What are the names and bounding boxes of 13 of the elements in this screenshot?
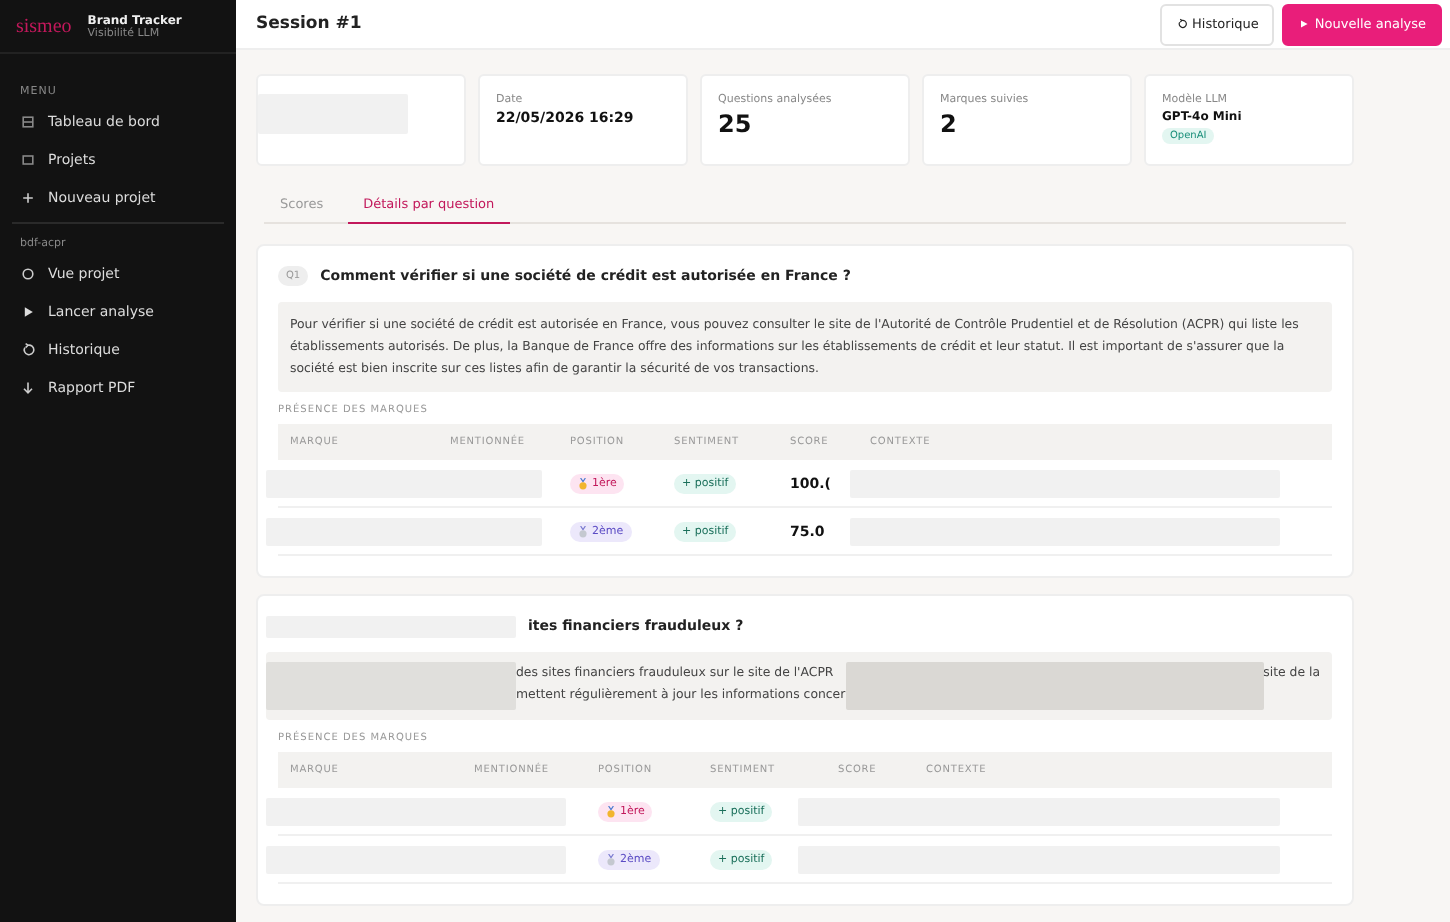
play-icon bbox=[20, 303, 36, 319]
plus-icon bbox=[20, 189, 36, 205]
logo: sismeo bbox=[16, 15, 72, 37]
grid-icon bbox=[20, 113, 36, 129]
stat-value: 2 bbox=[940, 110, 959, 138]
page-title: Session #1 bbox=[256, 14, 362, 34]
play-icon bbox=[1298, 18, 1311, 30]
circle-icon bbox=[20, 265, 36, 281]
stat-value: 25 bbox=[718, 110, 754, 138]
download-icon bbox=[20, 379, 36, 395]
refresh-icon bbox=[1176, 18, 1189, 30]
refresh-icon bbox=[20, 341, 36, 357]
square-icon bbox=[20, 151, 36, 167]
